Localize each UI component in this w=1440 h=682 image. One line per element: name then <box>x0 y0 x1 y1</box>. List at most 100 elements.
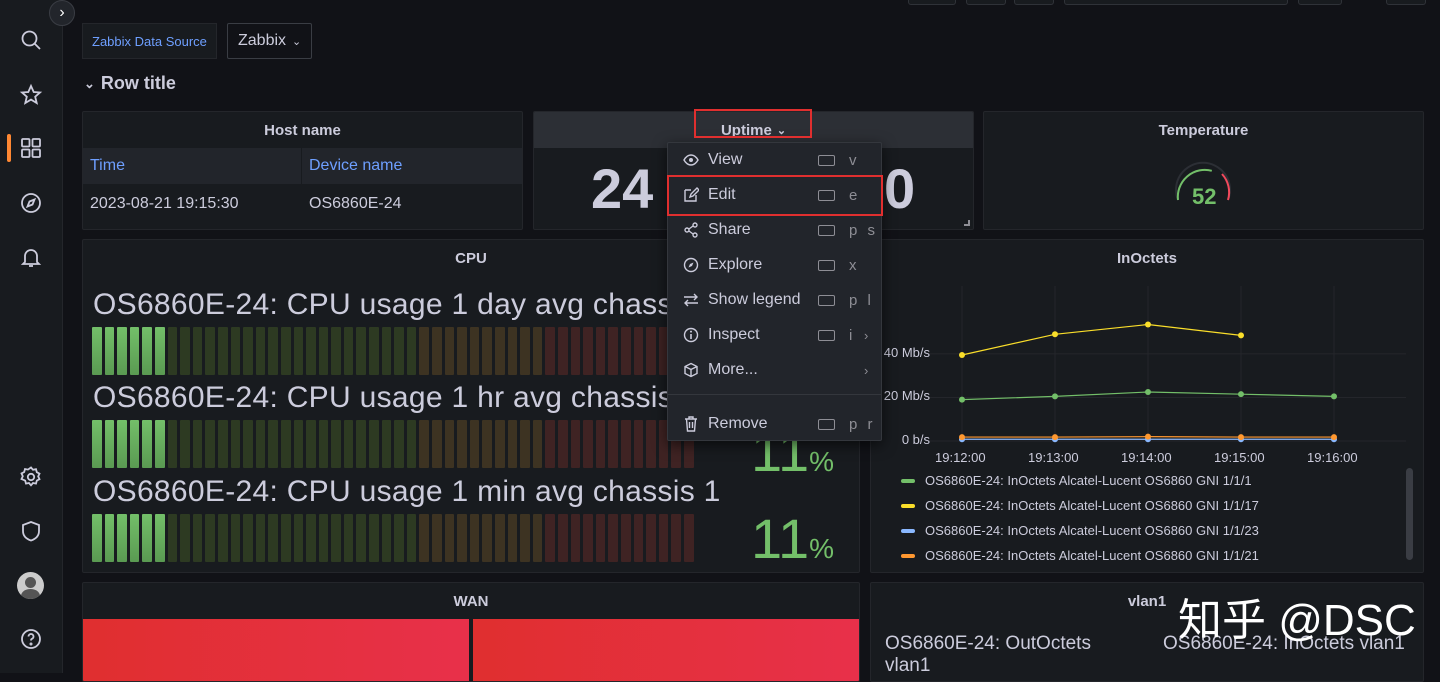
temperature-panel: Temperature 52 <box>983 111 1424 230</box>
chevron-right-icon: › <box>864 328 868 343</box>
bar-segment <box>419 514 429 562</box>
bar-segment <box>470 514 480 562</box>
row-header[interactable]: ⌄ Row title <box>84 73 176 94</box>
y-tick-label: 0 b/s <box>902 432 930 447</box>
bar-segment <box>193 420 203 468</box>
panel-title[interactable]: Temperature <box>984 112 1423 148</box>
legend-item[interactable]: OS6860E-24: InOctets Alcatel-Lucent OS68… <box>901 473 1252 488</box>
bar-segment <box>281 420 291 468</box>
bar-segment <box>508 514 518 562</box>
column-header-time[interactable]: Time <box>83 148 302 184</box>
legend-swatch <box>901 554 915 558</box>
dashboards-icon[interactable] <box>15 132 47 164</box>
table-cell: 2023-08-21 19:15:30 <box>83 185 302 223</box>
stat-value-cutoff <box>1166 665 1276 682</box>
cpu-value-unit: % <box>809 446 834 477</box>
gear-icon[interactable] <box>15 461 47 493</box>
x-tick-label: 19:13:00 <box>1028 450 1079 465</box>
data-point <box>1238 391 1244 397</box>
keyboard-icon <box>818 225 835 236</box>
bar-segment <box>256 420 266 468</box>
cpu-value: 11% <box>751 506 834 571</box>
bar-segment <box>533 327 543 375</box>
menu-item-label: View <box>708 151 742 169</box>
data-point <box>1238 434 1244 440</box>
bar-segment <box>155 420 165 468</box>
bar-segment <box>268 514 278 562</box>
resize-handle[interactable] <box>964 220 970 226</box>
bar-segment <box>142 420 152 468</box>
panel-title[interactable]: WAN <box>83 583 859 619</box>
menu-item-remove[interactable]: Remove p r <box>668 407 881 441</box>
menu-item-label: More... <box>708 361 758 379</box>
data-point <box>1052 393 1058 399</box>
bar-segment <box>180 327 190 375</box>
bell-icon[interactable] <box>15 241 47 273</box>
data-point <box>1052 331 1058 337</box>
refresh-button[interactable] <box>1386 0 1426 5</box>
bar-segment <box>646 420 656 468</box>
menu-item-view[interactable]: View v <box>668 143 881 177</box>
toolbar-button[interactable] <box>908 0 956 5</box>
bar-segment <box>281 514 291 562</box>
bar-segment <box>294 514 304 562</box>
star-icon[interactable] <box>15 79 47 111</box>
legend-item[interactable]: OS6860E-24: InOctets Alcatel-Lucent OS68… <box>901 523 1259 538</box>
explore-icon[interactable] <box>15 187 47 219</box>
bar-segment <box>621 327 631 375</box>
column-header-device-name[interactable]: Device name <box>302 148 522 184</box>
bar-segment <box>394 514 404 562</box>
bar-segment <box>445 327 455 375</box>
toolbar-button[interactable] <box>966 0 1006 5</box>
legend-item[interactable]: OS6860E-24: InOctets Alcatel-Lucent OS68… <box>901 548 1259 563</box>
keyboard-icon <box>818 155 835 166</box>
inoctets-chart <box>871 276 1424 470</box>
data-point <box>1145 389 1151 395</box>
bar-segment <box>256 514 266 562</box>
data-point <box>959 352 965 358</box>
bar-segment <box>634 514 644 562</box>
cpu-row-label: OS6860E-24: CPU usage 1 hr avg chassis 1 <box>93 381 699 415</box>
shield-icon[interactable] <box>15 515 47 547</box>
help-icon[interactable] <box>15 623 47 655</box>
toolbar-button[interactable] <box>1014 0 1054 5</box>
data-point <box>959 434 965 440</box>
bar-segment <box>92 514 102 562</box>
keyboard-icon <box>818 419 835 430</box>
zoom-out-button[interactable] <box>1298 0 1342 5</box>
avatar[interactable] <box>17 572 44 599</box>
time-picker-button[interactable] <box>1064 0 1288 5</box>
legend-item[interactable]: OS6860E-24: InOctets Alcatel-Lucent OS68… <box>901 498 1259 513</box>
trash-icon <box>682 415 700 433</box>
menu-item-inspect[interactable]: Inspect i › <box>668 318 881 352</box>
panel-title[interactable]: Host name <box>83 112 522 148</box>
bar-segment <box>319 327 329 375</box>
bar-segment <box>596 420 606 468</box>
panel-title[interactable]: InOctets <box>871 240 1423 276</box>
bar-segment <box>495 327 505 375</box>
legend-scrollbar[interactable] <box>1406 468 1413 560</box>
menu-shortcut: p l <box>849 292 874 309</box>
menu-item-more[interactable]: More... › <box>668 353 881 387</box>
compass-icon <box>682 256 700 274</box>
bar-segment <box>419 327 429 375</box>
expand-sidebar-button[interactable]: › <box>49 0 75 26</box>
cpu-value-unit: % <box>809 533 834 564</box>
datasource-variable-value: Zabbix <box>238 32 286 50</box>
menu-item-explore[interactable]: Explore x <box>668 248 881 282</box>
temperature-value: 52 <box>1192 184 1216 210</box>
menu-shortcut: i <box>849 327 855 344</box>
datasource-variable-select[interactable]: Zabbix ⌄ <box>227 23 312 59</box>
bar-segment <box>520 327 530 375</box>
bar-segment <box>432 420 442 468</box>
bar-segment <box>646 514 656 562</box>
menu-item-show-legend[interactable]: Show legend p l <box>668 283 881 317</box>
bar-segment <box>508 327 518 375</box>
bar-segment <box>306 514 316 562</box>
bar-segment <box>155 327 165 375</box>
info-icon <box>682 326 700 344</box>
bar-segment <box>319 514 329 562</box>
host-name-panel: Host name Time Device name 2023-08-21 19… <box>82 111 523 230</box>
search-icon[interactable] <box>15 24 47 56</box>
menu-item-share[interactable]: Share p s <box>668 213 881 247</box>
